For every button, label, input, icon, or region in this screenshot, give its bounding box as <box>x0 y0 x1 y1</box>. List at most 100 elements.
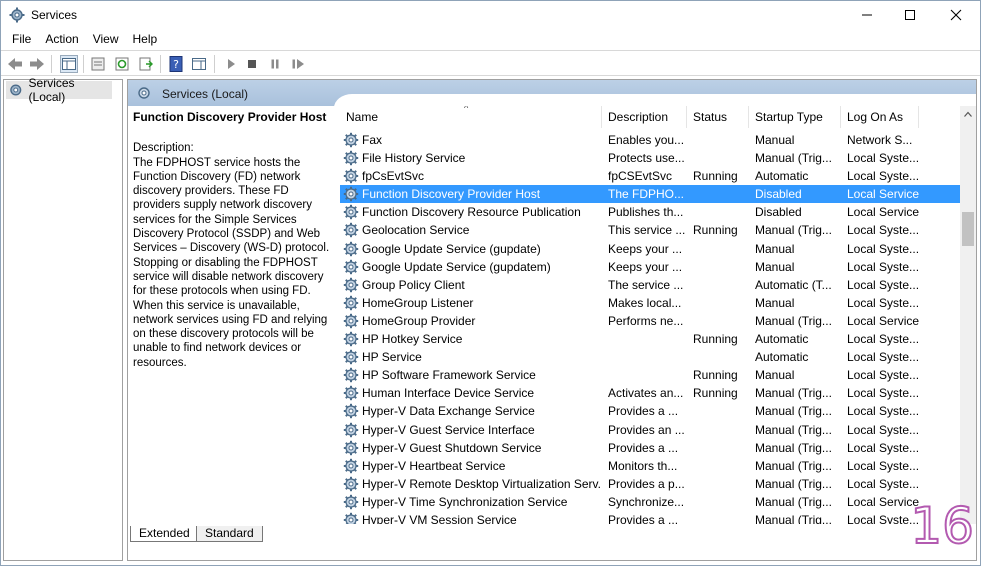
column-header-status[interactable]: Status <box>687 106 749 128</box>
table-row[interactable]: Hyper-V VM Session Service Provides a ...… <box>340 511 960 524</box>
cell-status <box>693 258 751 276</box>
table-row[interactable]: Function Discovery Resource Publication P… <box>340 203 960 221</box>
table-row[interactable]: Fax Enables you... Manual Network S... <box>340 131 960 149</box>
table-row[interactable]: HomeGroup Provider Performs ne... Manual (… <box>340 312 960 330</box>
show-hide-console-tree-button[interactable] <box>60 55 78 73</box>
pause-service-button[interactable] <box>266 55 284 73</box>
cell-log-on-as: Local Syste... <box>847 386 920 401</box>
cell-startup-type: Automatic <box>755 169 809 184</box>
show-action-pane-button[interactable] <box>190 55 208 73</box>
cell-startup-type: Manual (Trig... <box>755 386 832 401</box>
cell-description: Activates an... <box>608 386 684 401</box>
back-arrow-icon <box>8 58 22 70</box>
table-row[interactable]: Hyper-V Guest Service Interface Provides … <box>340 421 960 439</box>
stop-icon <box>248 60 256 68</box>
close-button[interactable] <box>933 1 979 29</box>
cell-name: fpCsEvtSvc <box>362 169 425 184</box>
table-row[interactable]: Group Policy Client The service ... Automa… <box>340 276 960 294</box>
menu-help[interactable]: Help <box>126 29 165 49</box>
scroll-up-button[interactable] <box>960 106 976 122</box>
table-row[interactable]: HP Software Framework Service Running Manu… <box>340 366 960 384</box>
cell-startup-type: Manual (Trig... <box>755 458 832 473</box>
properties-button[interactable] <box>89 55 107 73</box>
description-text: The FDPHOST service hosts the Function D… <box>133 156 330 369</box>
table-row[interactable]: HomeGroup Listener Makes local... Manual Lo… <box>340 294 960 312</box>
cell-log-on-as: Local Syste... <box>847 169 920 184</box>
table-row[interactable]: Function Discovery Provider Host The FDPH… <box>340 185 960 204</box>
menu-file[interactable]: File <box>5 29 38 49</box>
cell-name: Hyper-V Remote Desktop Virtualization Se… <box>362 476 602 491</box>
cell-description: This service ... <box>608 223 686 238</box>
table-row[interactable]: Human Interface Device Service Activates … <box>340 384 960 402</box>
cell-log-on-as: Local Syste... <box>847 277 920 292</box>
tab-extended[interactable]: Extended <box>130 526 199 542</box>
table-row[interactable]: HP Hotkey Service Running Automatic Local S… <box>340 330 960 348</box>
column-header-startup-type[interactable]: Startup Type <box>749 106 841 128</box>
cell-name: HomeGroup Listener <box>362 295 474 310</box>
cell-status: Running <box>693 169 738 184</box>
scrollbar-thumb[interactable] <box>962 212 974 246</box>
table-row[interactable]: Google Update Service (gupdatem) Keeps yo… <box>340 258 960 276</box>
cell-startup-type: Manual (Trig... <box>755 151 832 166</box>
restart-service-button[interactable] <box>289 55 307 73</box>
cell-startup-type: Disabled <box>755 205 802 220</box>
cell-status <box>693 294 751 312</box>
table-row[interactable]: Hyper-V Data Exchange Service Provides a … <box>340 402 960 420</box>
forward-button[interactable] <box>28 55 46 73</box>
tab-standard[interactable]: Standard <box>196 526 263 542</box>
export-list-button[interactable] <box>137 55 155 73</box>
table-row[interactable]: Hyper-V Heartbeat Service Monitors th... M… <box>340 457 960 475</box>
pane-header-title: Services (Local) <box>162 87 249 101</box>
cell-name: Geolocation Service <box>362 223 470 238</box>
table-row[interactable]: HP Service Automatic Local Syste... <box>340 348 960 366</box>
back-button[interactable] <box>6 55 24 73</box>
cell-description: Keeps your ... <box>608 241 683 256</box>
maximize-icon <box>905 10 915 20</box>
minimize-button[interactable] <box>844 1 890 29</box>
table-row[interactable]: Hyper-V Time Synchronization Service Sync… <box>340 493 960 511</box>
services-pane: Services (Local) Function Discovery Prov… <box>127 79 977 561</box>
menu-view[interactable]: View <box>86 29 126 49</box>
table-row[interactable]: fpCsEvtSvc fpCSEvtSvc Running Automatic Loca… <box>340 167 960 185</box>
service-gear-icon <box>343 223 359 238</box>
cell-description: Provides a ... <box>608 440 679 455</box>
cell-status: Running <box>693 332 738 347</box>
cell-name: HomeGroup Provider <box>362 313 476 328</box>
cell-status <box>693 185 751 203</box>
refresh-button[interactable] <box>113 55 131 73</box>
cell-description: The FDPHO... <box>608 187 685 202</box>
cell-status: Running <box>693 386 738 401</box>
view-tabs: Extended Standard <box>128 524 976 560</box>
cell-status <box>693 439 751 457</box>
cell-name: HP Service <box>362 350 422 365</box>
menu-action[interactable]: Action <box>38 29 85 49</box>
toolbar-separator <box>160 55 161 73</box>
services-gear-icon <box>10 84 22 96</box>
maximize-button[interactable] <box>887 1 933 29</box>
table-row[interactable]: Hyper-V Guest Shutdown Service Provides a… <box>340 439 960 457</box>
service-gear-icon <box>343 349 359 365</box>
cell-log-on-as: Local Syste... <box>847 151 920 166</box>
column-header-name[interactable]: Name <box>340 106 602 128</box>
help-button[interactable]: ? <box>167 55 185 73</box>
start-service-button[interactable] <box>222 55 240 73</box>
cell-log-on-as: Local Syste... <box>847 440 920 455</box>
table-row[interactable]: Hyper-V Remote Desktop Virtualization Se… <box>340 475 960 493</box>
cell-status <box>693 348 751 366</box>
service-gear-icon <box>343 259 359 274</box>
action-pane-icon <box>192 58 206 70</box>
column-header-description[interactable]: Description <box>602 106 687 128</box>
service-gear-icon <box>343 512 359 524</box>
table-row[interactable]: Geolocation Service This service ... Runni… <box>340 221 960 239</box>
cell-name: File History Service <box>362 151 466 166</box>
stop-service-button[interactable] <box>243 55 261 73</box>
tree-item-label: Services (Local) <box>28 76 75 104</box>
table-row[interactable]: File History Service Protects use... Manua… <box>340 149 960 167</box>
table-row[interactable]: Google Update Service (gupdate) Keeps you… <box>340 240 960 258</box>
column-header-log-on-as[interactable]: Log On As <box>841 106 919 128</box>
service-gear-icon <box>343 150 359 166</box>
pane-header: Services (Local) <box>128 80 976 108</box>
description-label: Description: <box>133 142 194 155</box>
vertical-scrollbar[interactable] <box>960 106 976 524</box>
tree-item-services-local[interactable]: Services (Local) <box>6 76 112 104</box>
